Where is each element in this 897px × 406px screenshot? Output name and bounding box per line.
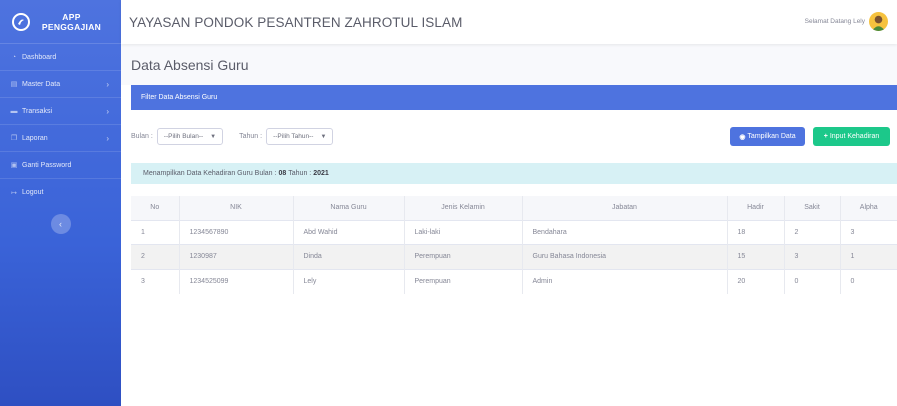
tahun-select-value: --Pilih Tahun-- [273,133,314,140]
info-tahun: 2021 [313,170,329,177]
sidebar-item-label: Master Data [22,80,61,88]
tahun-select[interactable]: --Pilih Tahun-- ▼ [266,128,334,145]
table-cell: 0 [784,268,841,294]
brand-line1: APP [62,11,81,22]
greeting-text: Selamat Datang Lely [804,18,865,25]
bulan-label: Bulan : [131,133,153,140]
chevron-right-icon: › [106,133,109,143]
column-header[interactable]: Alpha [840,196,897,220]
user-menu[interactable]: Selamat Datang Lely [805,12,888,31]
tampilkan-data-button[interactable]: ◉ Tampilkan Data [730,127,805,146]
table-cell: 2 [131,244,180,269]
table-cell: 1 [840,244,897,269]
chevron-right-icon: › [106,79,109,89]
column-header[interactable]: No [131,196,180,220]
sidebar-item-label: Transaksi [22,107,53,115]
info-middle: Tahun : [288,170,312,177]
plus-icon: + [823,133,828,140]
table-cell: Laki-laki [404,219,523,245]
bulan-select[interactable]: --Pilih Bulan-- ▼ [156,128,224,145]
input-kehadiran-label: Input Kehadiran [829,133,880,140]
sidebar-item-transaksi[interactable]: ▬ Transaksi › [0,98,121,125]
sidebar-item-logout[interactable]: ↦ Logout [0,179,121,206]
tahun-label: Tahun : [239,133,263,140]
sidebar-toggle-button[interactable]: ‹ [50,214,71,234]
chevron-down-icon: ▼ [320,133,327,140]
input-kehadiran-button[interactable]: + Input Kehadiran [813,127,890,146]
filter-form: Bulan : --Pilih Bulan-- ▼ Tahun : --Pili… [131,128,334,145]
dashboard-icon: ◔ [11,53,17,61]
brand[interactable]: APP PENGGAJIAN [0,0,121,44]
card-header: Filter Data Absensi Guru [131,85,897,110]
table-cell: 1230987 [179,244,294,269]
info-prefix: Menampilkan Data Kehadiran Guru Bulan : [143,170,277,177]
table-cell: 3 [131,268,180,294]
table-cell: Guru Bahasa Indonesia [522,244,728,269]
table-cell: Bendahara [522,219,728,245]
table-row: 1 1234567890 Abd Wahid Laki-laki Bendaha… [131,219,897,245]
brand-title: APP PENGGAJIAN [30,12,121,32]
folder-icon: ▤ [10,81,18,88]
table-cell: 1234525099 [179,268,294,294]
table-cell: 0 [840,268,897,294]
sign-out-icon: ↦ [11,189,17,197]
column-header[interactable]: Hadir [727,196,785,220]
table-cell: 20 [727,268,785,294]
lock-icon: ▣ [10,162,18,169]
table-cell: 18 [727,219,785,245]
info-bulan: 08 [278,170,287,177]
page-title: Data Absensi Guru [131,57,249,73]
sidebar-item-label: Logout [22,189,44,196]
chevron-right-icon: › [106,106,109,116]
sidebar-item-laporan[interactable]: ❐ Laporan › [0,125,121,152]
topbar: YAYASAN PONDOK PESANTREN ZAHROTUL ISLAM … [121,0,897,44]
copy-icon: ❐ [10,135,18,142]
brand-logo-icon [12,12,30,31]
sidebar: APP PENGGAJIAN ◔ Dashboard ▤ Master Data… [0,0,121,406]
column-header[interactable]: Jenis Kelamin [404,196,523,220]
chevron-left-icon: ‹ [59,219,62,229]
table-header-row: No NIK Nama Guru Jenis Kelamin Jabatan H… [131,196,897,220]
table-cell: 2 [784,219,841,245]
bulan-select-value: --Pilih Bulan-- [163,133,204,140]
app-title: YAYASAN PONDOK PESANTREN ZAHROTUL ISLAM [129,14,463,30]
column-header[interactable]: Sakit [784,196,841,220]
column-header[interactable]: Jabatan [522,196,728,220]
table-cell: Perempuan [404,244,523,269]
column-header[interactable]: NIK [179,196,294,220]
table-cell: Abd Wahid [293,219,405,245]
sidebar-item-label: Dashboard [22,53,57,61]
table-row: 2 1230987 Dinda Perempuan Guru Bahasa In… [131,244,897,269]
tampilkan-data-label: Tampilkan Data [747,133,796,140]
sidebar-item-master-data[interactable]: ▤ Master Data › [0,71,121,98]
table-cell: Dinda [293,244,405,269]
absensi-table: No NIK Nama Guru Jenis Kelamin Jabatan H… [131,196,897,294]
eye-icon: ◉ [739,133,746,141]
sidebar-item-ganti-password[interactable]: ▣ Ganti Password [0,152,121,179]
table-row: 3 1234525099 Lely Perempuan Admin 20 0 0 [131,268,897,294]
table-cell: Perempuan [404,268,523,294]
avatar[interactable] [869,12,888,31]
table-cell: 1 [131,219,180,245]
table-cell: Admin [522,268,728,294]
brand-line2: PENGGAJIAN [41,21,102,32]
table-cell: Lely [293,268,405,294]
sidebar-item-dashboard[interactable]: ◔ Dashboard [0,44,121,71]
table-cell: 15 [727,244,785,269]
column-header[interactable]: Nama Guru [293,196,405,220]
sidebar-item-label: Ganti Password [22,161,72,169]
table-cell: 1234567890 [179,219,294,245]
money-icon: ▬ [10,107,18,115]
table-cell: 3 [784,244,841,269]
chevron-down-icon: ▼ [210,133,217,140]
sidebar-item-label: Laporan [22,134,48,142]
info-alert: Menampilkan Data Kehadiran Guru Bulan : … [131,163,897,184]
table-cell: 3 [840,219,897,245]
